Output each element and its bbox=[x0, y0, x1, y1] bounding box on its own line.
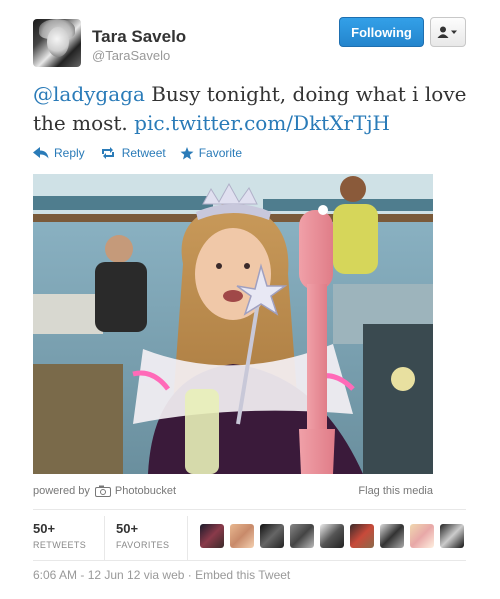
avatar[interactable] bbox=[33, 19, 81, 67]
media-footer: powered by Photobucket Flag this media bbox=[33, 485, 433, 499]
mention-link[interactable]: @ladygaga bbox=[33, 82, 145, 106]
tweet-actions: Reply Retweet Favorite bbox=[33, 144, 256, 162]
favoriter-avatar[interactable] bbox=[320, 524, 344, 548]
user-actions-dropdown[interactable] bbox=[430, 17, 466, 47]
user-dropdown-icon bbox=[437, 26, 457, 38]
favorite-label: Favorite bbox=[198, 146, 243, 160]
photobucket-link[interactable]: Photobucket bbox=[115, 485, 176, 497]
retweet-label: Retweet bbox=[121, 146, 166, 160]
following-button[interactable]: Following bbox=[339, 17, 424, 47]
reply-label: Reply bbox=[54, 146, 85, 160]
favorites-label: FAVORITES bbox=[116, 540, 170, 550]
stats-bottom-divider bbox=[33, 560, 466, 561]
stats-separator bbox=[187, 516, 188, 560]
retweets-label: RETWEETS bbox=[33, 540, 87, 550]
favorites-stat[interactable]: 50+ FAVORITES bbox=[116, 521, 169, 550]
avatar-face bbox=[47, 27, 69, 57]
flag-media-link[interactable]: Flag this media bbox=[358, 485, 433, 497]
tweet-card: Tara Savelo @TaraSavelo Following @ladyg… bbox=[0, 0, 500, 599]
tweet-text: @ladygaga Busy tonight, doing what i lov… bbox=[33, 80, 473, 138]
favoriter-avatar[interactable] bbox=[290, 524, 314, 548]
favorite-star-icon bbox=[180, 146, 194, 159]
powered-by: powered by Photobucket bbox=[33, 485, 176, 497]
photo-image bbox=[33, 174, 433, 474]
stats-separator bbox=[104, 516, 105, 560]
favoriters-avatars bbox=[200, 524, 464, 548]
retweets-stat[interactable]: 50+ RETWEETS bbox=[33, 521, 86, 550]
camera-icon bbox=[94, 485, 111, 497]
retweet-action[interactable]: Retweet bbox=[99, 146, 166, 160]
favorite-action[interactable]: Favorite bbox=[180, 146, 242, 160]
favoriter-avatar[interactable] bbox=[380, 524, 404, 548]
reply-icon bbox=[33, 147, 49, 159]
tweet-photo[interactable] bbox=[33, 174, 433, 474]
media-link[interactable]: pic.twitter.com/DktXrTjH bbox=[134, 111, 390, 135]
favorites-count: 50+ bbox=[116, 521, 139, 536]
retweets-count: 50+ bbox=[33, 521, 56, 536]
favoriter-avatar[interactable] bbox=[440, 524, 464, 548]
display-name[interactable]: Tara Savelo bbox=[92, 27, 186, 47]
stats-top-divider bbox=[33, 509, 466, 510]
favoriter-avatar[interactable] bbox=[230, 524, 254, 548]
powered-by-label: powered by bbox=[33, 485, 90, 497]
favoriter-avatar[interactable] bbox=[410, 524, 434, 548]
favoriter-avatar[interactable] bbox=[200, 524, 224, 548]
reply-action[interactable]: Reply bbox=[33, 146, 85, 160]
user-handle[interactable]: @TaraSavelo bbox=[92, 48, 170, 63]
retweet-icon bbox=[101, 147, 114, 159]
favoriter-avatar[interactable] bbox=[260, 524, 284, 548]
tweet-timestamp[interactable]: 6:06 AM - 12 Jun 12 via web · Embed this… bbox=[33, 568, 290, 582]
favoriter-avatar[interactable] bbox=[350, 524, 374, 548]
